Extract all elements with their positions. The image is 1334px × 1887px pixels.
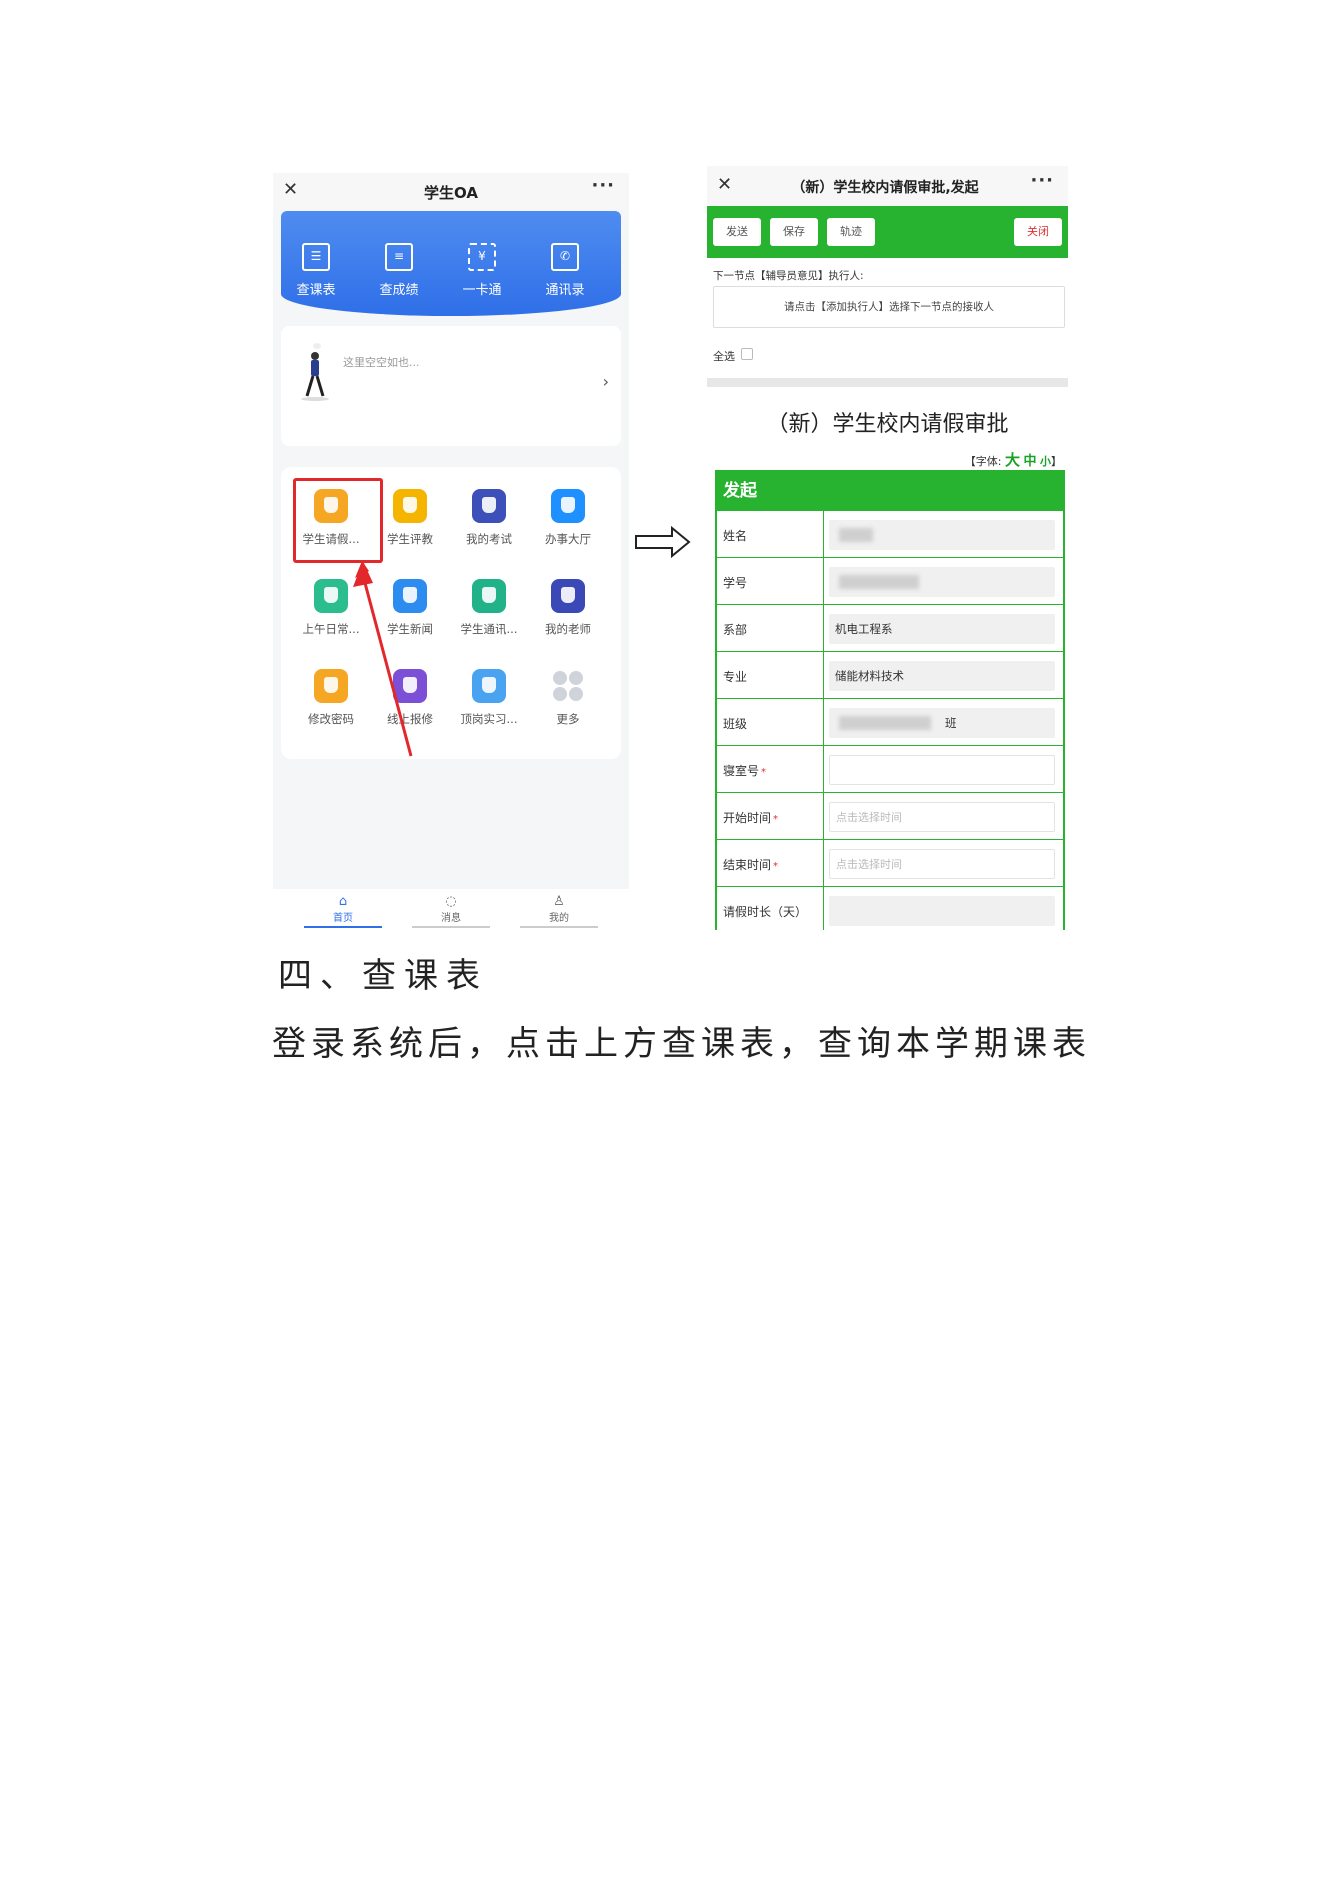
instruction-text: 登录系统后，点击上方查课表，查询本学期课表: [272, 1024, 1091, 1064]
page-title: （新）学生校内请假审批,发起: [791, 180, 979, 196]
add-executor-box[interactable]: 请点击【添加执行人】选择下一节点的接收人: [713, 286, 1065, 328]
duration-value: [829, 896, 1055, 926]
tab-home[interactable]: ⌂ 首页: [303, 895, 383, 928]
field-class: 班级 班: [717, 698, 1063, 746]
select-all-checkbox[interactable]: [741, 348, 753, 360]
save-button[interactable]: 保存: [770, 218, 818, 246]
next-node-label: 下一节点【辅导员意见】执行人:: [713, 270, 864, 282]
tab-profile[interactable]: ♙ 我的: [519, 895, 599, 928]
field-label: 学号: [723, 576, 748, 590]
tab-label: 首页: [333, 913, 353, 924]
form-title: （新）学生校内请假审批: [766, 412, 1009, 437]
field-label: 结束时间 *: [723, 858, 779, 872]
field-start-time: 开始时间 * 点击选择时间: [717, 792, 1063, 840]
arrow-right-icon: [635, 525, 691, 559]
bottom-tab-bar: ⌂ 首页 ◌ 消息 ♙ 我的: [273, 889, 629, 929]
section-divider: [707, 378, 1068, 387]
section-heading: 四、查课表: [278, 956, 488, 996]
message-icon: ◌: [445, 894, 457, 909]
pointer-arrow: [353, 561, 413, 757]
font-small-link[interactable]: 小: [1040, 455, 1051, 468]
tab-messages[interactable]: ◌ 消息: [411, 895, 491, 928]
track-button[interactable]: 轨迹: [827, 218, 875, 246]
font-large-link[interactable]: 大: [1005, 451, 1020, 469]
field-name: 姓名: [717, 510, 1063, 558]
field-label: 请假时长（天）: [723, 905, 808, 919]
title-bar: ✕ （新）学生校内请假审批,发起 ···: [707, 166, 1068, 206]
send-button[interactable]: 发送: [713, 218, 761, 246]
end-time-picker[interactable]: 点击选择时间: [829, 849, 1055, 879]
start-time-picker[interactable]: 点击选择时间: [829, 802, 1055, 832]
form-section-header: 发起: [717, 472, 1063, 510]
student-oa-screenshot: ✕ 学生OA ··· ☰ 查课表 ≡ 查成绩 ¥ 一卡通 ✆ 通讯录 这里空空如…: [273, 173, 629, 929]
close-button[interactable]: 关闭: [1014, 218, 1062, 246]
field-major: 专业 储能材料技术: [717, 651, 1063, 699]
field-label: 姓名: [723, 529, 748, 543]
home-icon: ⌂: [338, 894, 348, 909]
field-label: 开始时间 *: [723, 811, 779, 825]
tab-label: 消息: [441, 913, 461, 924]
field-student-id: 学号: [717, 557, 1063, 605]
name-value: [829, 520, 1055, 550]
field-label: 班级: [723, 717, 748, 731]
tab-label: 我的: [549, 913, 569, 924]
field-label: 系部: [723, 623, 748, 637]
leave-request-form-screenshot: ✕ （新）学生校内请假审批,发起 ··· 发送 保存 轨迹 关闭 下一节点【辅导…: [707, 166, 1068, 930]
profile-icon: ♙: [553, 894, 565, 909]
form-toolbar: 发送 保存 轨迹 关闭: [707, 206, 1068, 258]
select-all-label: 全选: [713, 350, 735, 363]
dorm-input[interactable]: [829, 755, 1055, 785]
field-dorm: 寝室号 *: [717, 745, 1063, 793]
field-label: 寝室号 *: [723, 764, 767, 778]
department-value: 机电工程系: [829, 614, 1055, 644]
more-icon[interactable]: ···: [1030, 170, 1054, 191]
field-department: 系部 机电工程系: [717, 604, 1063, 652]
leave-form: 发起 姓名 学号 系部 机电工程系 专业 储能材料技术 班级 班 寝室号 * 开…: [715, 470, 1065, 930]
class-value: 班: [829, 708, 1055, 738]
field-label: 专业: [723, 670, 748, 684]
field-end-time: 结束时间 * 点击选择时间: [717, 839, 1063, 887]
major-value: 储能材料技术: [829, 661, 1055, 691]
font-medium-link[interactable]: 中: [1023, 454, 1036, 469]
student-id-value: [829, 567, 1055, 597]
field-duration: 请假时长（天）: [717, 886, 1063, 930]
font-size-switcher: 【字体: 大 中 小】: [964, 451, 1062, 469]
